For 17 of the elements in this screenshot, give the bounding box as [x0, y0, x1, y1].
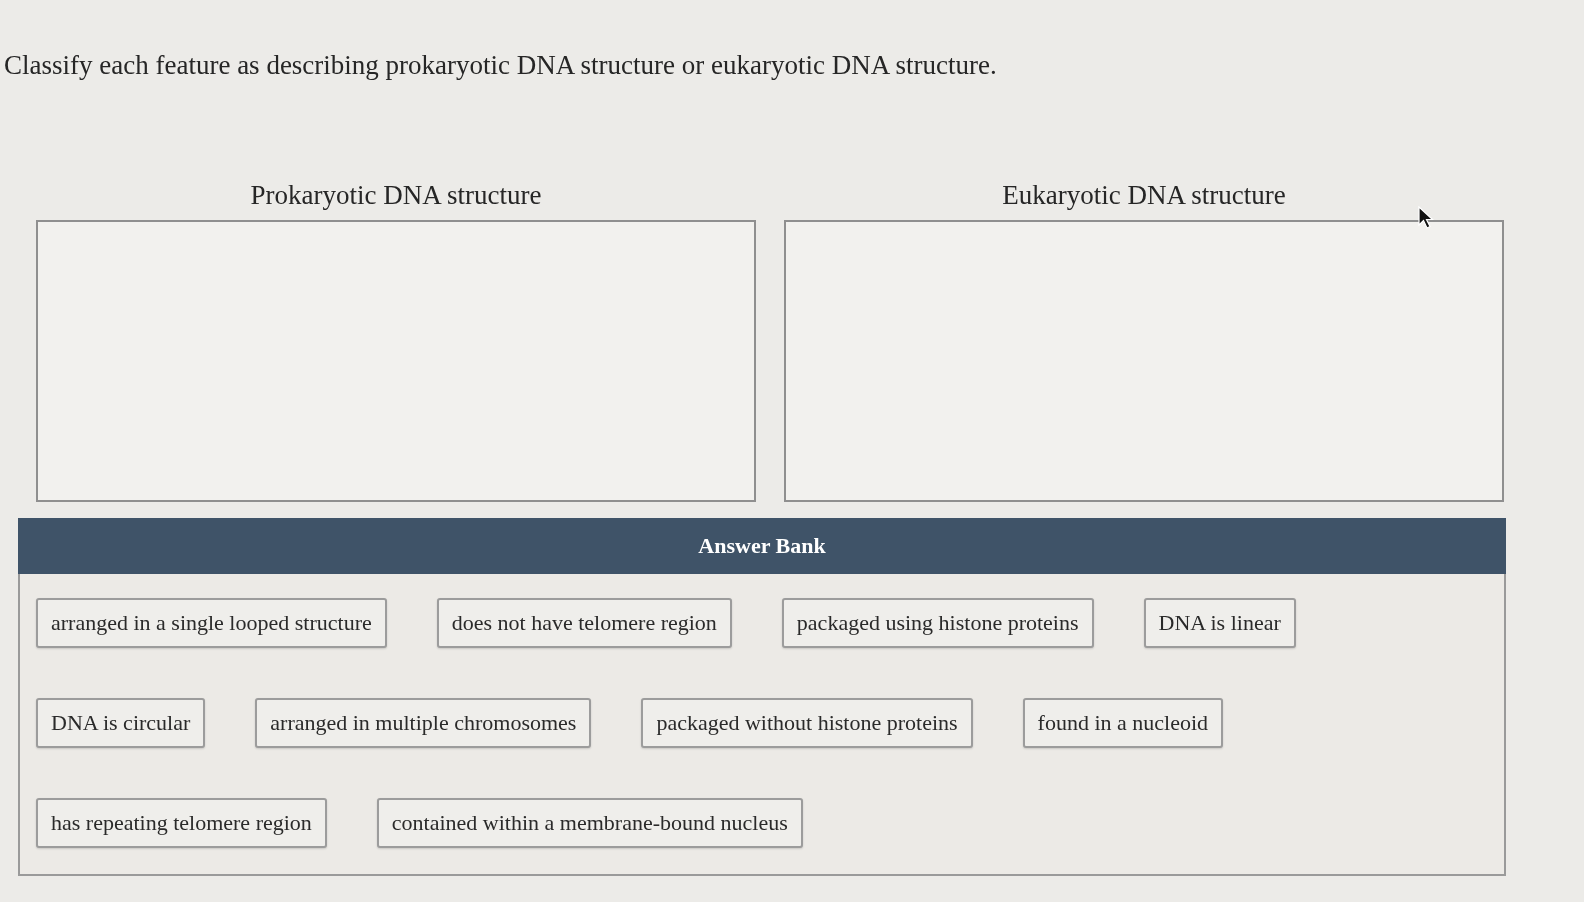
- answer-bank-header: Answer Bank: [18, 518, 1506, 574]
- answer-tile[interactable]: arranged in multiple chromosomes: [255, 698, 592, 748]
- answer-tile[interactable]: packaged using histone proteins: [781, 598, 1094, 648]
- drop-zone[interactable]: [36, 220, 756, 502]
- answer-tile[interactable]: arranged in a single looped structure: [36, 598, 387, 648]
- drop-zone-label: Eukaryotic DNA structure: [1002, 179, 1286, 212]
- answer-tile[interactable]: found in a nucleoid: [1022, 698, 1224, 748]
- cursor-icon: [1418, 206, 1434, 230]
- answer-tile[interactable]: DNA is circular: [36, 698, 206, 748]
- answer-tile[interactable]: packaged without histone proteins: [641, 698, 973, 748]
- answer-tile[interactable]: contained within a membrane-bound nucleus: [376, 798, 803, 848]
- answer-tile[interactable]: does not have telomere region: [436, 598, 732, 648]
- drop-zone[interactable]: [784, 220, 1504, 502]
- question-text: Classify each feature as describing prokaryotic DNA structure or eukaryotic DNA structure.: [4, 49, 997, 82]
- answer-tile[interactable]: has repeating telomere region: [36, 798, 327, 848]
- answer-tile[interactable]: DNA is linear: [1143, 598, 1296, 648]
- drop-zone-label: Prokaryotic DNA structure: [250, 179, 542, 212]
